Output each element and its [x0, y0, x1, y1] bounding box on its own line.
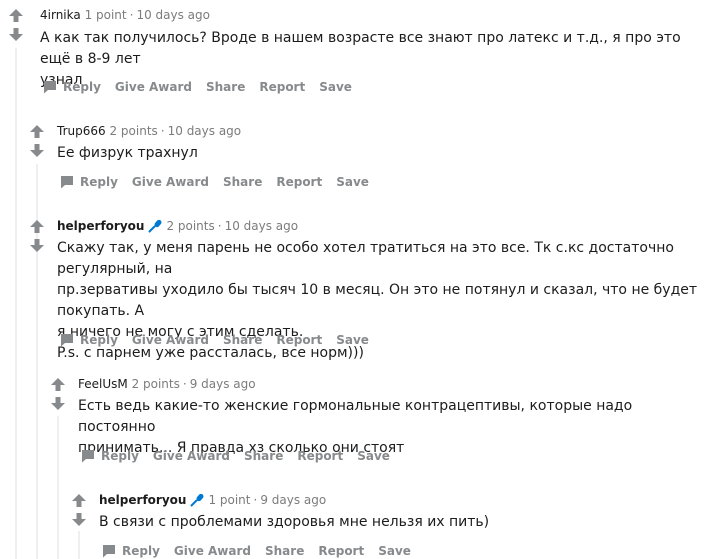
save-button[interactable]: Save [357, 449, 390, 463]
dot-separator: · [160, 124, 165, 138]
save-button[interactable]: Save [319, 80, 352, 94]
timestamp[interactable]: 10 days ago [136, 8, 210, 22]
report-button[interactable]: Report [276, 333, 322, 347]
downvote-arrow-icon[interactable] [50, 395, 66, 411]
comment-actions: Reply Give Award Share Report Save [59, 172, 383, 192]
timestamp[interactable]: 9 days ago [190, 377, 256, 391]
comment-actions: Reply Give Award Share Report Save [59, 330, 383, 350]
microphone-icon [148, 219, 162, 233]
report-button[interactable]: Report [276, 175, 322, 189]
downvote-arrow-icon[interactable] [8, 26, 24, 42]
reply-label: Reply [122, 544, 160, 558]
vote-controls [71, 493, 87, 527]
reply-button[interactable]: Reply [101, 543, 160, 559]
comment-actions: Reply Give Award Share Report Save [101, 541, 425, 559]
vote-controls [29, 219, 45, 253]
give-award-button[interactable]: Give Award [115, 80, 192, 94]
reply-label: Reply [63, 80, 101, 94]
comment-meta: helperforyou 1 point · 9 days ago [99, 492, 326, 508]
comment-meta: Trup666 2 points · 10 days ago [57, 123, 241, 139]
chat-bubble-icon [44, 81, 56, 94]
upvote-arrow-icon[interactable] [29, 124, 45, 140]
comment-line: Есть ведь какие-то женские гормональные … [78, 398, 633, 435]
reply-button[interactable]: Reply [59, 332, 118, 348]
reply-button[interactable]: Reply [42, 79, 101, 95]
author-link[interactable]: 4irnika [40, 8, 81, 22]
thread-line[interactable] [57, 416, 59, 559]
dot-separator: · [182, 377, 187, 391]
comment-line: В связи с проблемами здоровья мне нельзя… [99, 514, 490, 530]
vote-controls [8, 8, 24, 42]
give-award-button[interactable]: Give Award [132, 175, 209, 189]
reply-label: Reply [80, 175, 118, 189]
share-button[interactable]: Share [206, 80, 245, 94]
author-link[interactable]: helperforyou [57, 219, 144, 233]
thread-line[interactable] [78, 531, 80, 559]
author-link[interactable]: helperforyou [99, 493, 186, 507]
comment-actions: Reply Give Award Share Report Save [80, 446, 404, 466]
dot-separator: · [253, 493, 258, 507]
chat-bubble-icon [82, 450, 94, 463]
upvote-arrow-icon[interactable] [50, 377, 66, 393]
comment-line: пр.зервативы уходило бы тысяч 10 в месяц… [57, 282, 698, 319]
share-button[interactable]: Share [223, 333, 262, 347]
comment-body: Ее физрук трахнул [57, 143, 707, 164]
upvote-arrow-icon[interactable] [8, 8, 24, 24]
author-link[interactable]: FeelUsM [78, 377, 128, 391]
give-award-button[interactable]: Give Award [174, 544, 251, 558]
save-button[interactable]: Save [336, 333, 369, 347]
comment-meta: 4irnika 1 point · 10 days ago [40, 7, 210, 23]
give-award-button[interactable]: Give Award [132, 333, 209, 347]
chat-bubble-icon [61, 176, 73, 189]
share-button[interactable]: Share [265, 544, 304, 558]
downvote-arrow-icon[interactable] [29, 142, 45, 158]
microphone-icon [190, 493, 204, 507]
points: 1 point [208, 493, 251, 507]
reply-button[interactable]: Reply [59, 174, 118, 190]
dot-separator: · [217, 219, 222, 233]
comment-line: А как так получилось? Вроде в нашем возр… [40, 30, 681, 67]
comment-line: Ее физрук трахнул [57, 145, 198, 161]
points: 1 point [84, 8, 127, 22]
timestamp[interactable]: 9 days ago [260, 493, 326, 507]
report-button[interactable]: Report [259, 80, 305, 94]
points: 2 points [166, 219, 215, 233]
timestamp[interactable]: 10 days ago [225, 219, 299, 233]
points: 2 points [109, 124, 158, 138]
vote-controls [50, 377, 66, 411]
chat-bubble-icon [61, 334, 73, 347]
upvote-arrow-icon[interactable] [29, 219, 45, 235]
report-button[interactable]: Report [297, 449, 343, 463]
author-link[interactable]: Trup666 [57, 124, 106, 138]
timestamp[interactable]: 10 days ago [168, 124, 242, 138]
reply-label: Reply [80, 333, 118, 347]
report-button[interactable]: Report [318, 544, 364, 558]
downvote-arrow-icon[interactable] [29, 237, 45, 253]
save-button[interactable]: Save [336, 175, 369, 189]
thread-line[interactable] [36, 258, 38, 559]
share-button[interactable]: Share [244, 449, 283, 463]
save-button[interactable]: Save [378, 544, 411, 558]
dot-separator: · [129, 8, 134, 22]
comment-line: Скажу так, у меня парень не особо хотел … [57, 240, 674, 277]
chat-bubble-icon [103, 545, 115, 558]
comment-meta: helperforyou 2 points · 10 days ago [57, 218, 298, 234]
reply-button[interactable]: Reply [80, 448, 139, 464]
comment-meta: FeelUsM 2 points · 9 days ago [78, 376, 256, 392]
upvote-arrow-icon[interactable] [71, 493, 87, 509]
comment-body: В связи с проблемами здоровья мне нельзя… [99, 512, 709, 533]
vote-controls [29, 124, 45, 158]
downvote-arrow-icon[interactable] [71, 511, 87, 527]
give-award-button[interactable]: Give Award [153, 449, 230, 463]
reply-label: Reply [101, 449, 139, 463]
points: 2 points [131, 377, 180, 391]
comment-actions: Reply Give Award Share Report Save [42, 77, 366, 97]
share-button[interactable]: Share [223, 175, 262, 189]
thread-line[interactable] [15, 48, 17, 559]
